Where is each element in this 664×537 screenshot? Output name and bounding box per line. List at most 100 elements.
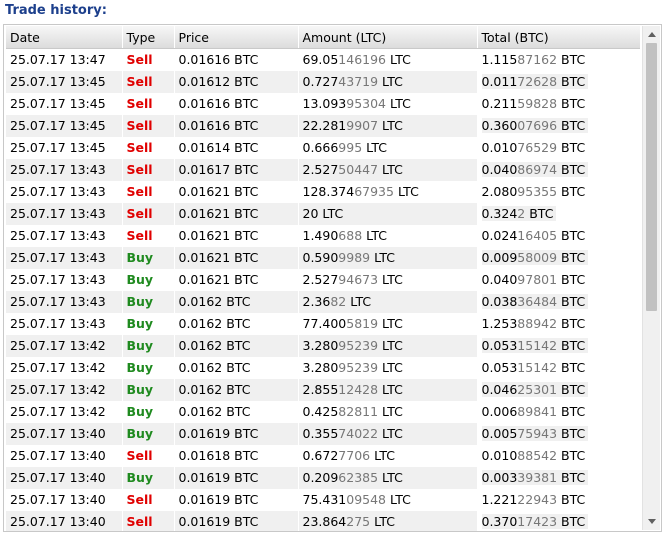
trade-amount: 23.864275 LTC bbox=[298, 510, 478, 531]
vertical-scrollbar[interactable] bbox=[642, 26, 660, 530]
total-extra-digits: 22943 bbox=[517, 492, 558, 507]
amount-unit: LTC bbox=[362, 228, 388, 243]
total-unit: BTC bbox=[557, 272, 586, 287]
trade-type: Sell bbox=[122, 48, 175, 71]
total-digits: 1.221 bbox=[481, 492, 518, 507]
total-value: 0.05315142 BTC bbox=[482, 360, 589, 375]
amount-extra-digits: 09548 bbox=[346, 492, 387, 507]
amount-extra-digits: 82 bbox=[330, 294, 347, 309]
trade-history-table: Date Type Price Amount (LTC) Total (BTC)… bbox=[6, 26, 640, 531]
trade-amount: 2.52750447 LTC bbox=[298, 158, 478, 181]
trade-type: Buy bbox=[122, 378, 175, 401]
trade-history-panel: Date Type Price Amount (LTC) Total (BTC)… bbox=[3, 24, 662, 532]
total-digits: 2.080 bbox=[481, 184, 518, 199]
trade-type: Buy bbox=[122, 290, 175, 313]
trade-type: Sell bbox=[122, 180, 175, 203]
total-digits: 0.010 bbox=[481, 140, 518, 155]
total-value: 0.37017423 BTC bbox=[481, 514, 589, 529]
trade-date: 25.07.17 13:43 bbox=[6, 180, 123, 203]
table-body: 25.07.17 13:47 Sell 0.01616 BTC 69.05146196… bbox=[6, 48, 640, 531]
trade-date: 25.07.17 13:45 bbox=[6, 70, 123, 93]
trade-date: 25.07.17 13:43 bbox=[6, 202, 123, 225]
total-unit: BTC bbox=[557, 96, 586, 111]
trade-total: 0.00689841 BTC bbox=[477, 400, 640, 423]
trade-date: 25.07.17 13:45 bbox=[6, 136, 123, 159]
total-digits: 0.009 bbox=[481, 250, 518, 265]
trade-type: Sell bbox=[122, 224, 175, 247]
amount-extra-digits: 5819 bbox=[346, 316, 379, 331]
trade-date: 25.07.17 13:43 bbox=[6, 268, 123, 291]
amount-unit: LTC bbox=[378, 118, 403, 133]
total-extra-digits: 88942 bbox=[517, 316, 558, 331]
total-unit: BTC bbox=[557, 118, 586, 133]
trade-total: 0.00958009 BTC bbox=[477, 246, 640, 269]
total-value: 0.01088542 BTC bbox=[482, 448, 589, 463]
total-digits: 0.040 bbox=[481, 162, 518, 177]
trade-total: 0.05315142 BTC bbox=[477, 334, 640, 357]
arrow-up-icon[interactable] bbox=[643, 26, 660, 43]
trade-history-viewport[interactable]: Date Type Price Amount (LTC) Total (BTC)… bbox=[6, 26, 640, 531]
amount-unit: LTC bbox=[386, 96, 411, 111]
table-row: 25.07.17 13:40 Sell 0.01619 BTC 75.43109548… bbox=[6, 488, 640, 511]
amount-digits: 23.864 bbox=[302, 514, 347, 529]
trade-price: 0.01621 BTC bbox=[174, 180, 299, 203]
trade-date: 25.07.17 13:43 bbox=[6, 158, 123, 181]
amount-extra-digits: 995 bbox=[338, 140, 363, 155]
amount-digits: 3.280 bbox=[302, 338, 339, 353]
trade-price: 0.0162 BTC bbox=[174, 290, 299, 313]
trade-total: 0.37017423 BTC bbox=[477, 510, 640, 531]
table-row: 25.07.17 13:40 Sell 0.01619 BTC 23.864275 L… bbox=[6, 510, 640, 531]
trade-type: Sell bbox=[122, 114, 175, 137]
total-extra-digits: 75943 bbox=[517, 426, 558, 441]
amount-unit: LTC bbox=[370, 250, 395, 265]
total-digits: 0.038 bbox=[481, 294, 518, 309]
table-row: 25.07.17 13:43 Buy 0.0162 BTC 77.4005819 LT… bbox=[6, 312, 640, 335]
trade-date: 25.07.17 13:47 bbox=[6, 48, 123, 71]
total-value: 0.3242 BTC bbox=[481, 206, 557, 221]
trade-total: 0.01088542 BTC bbox=[477, 444, 640, 467]
amount-unit: LTC bbox=[378, 74, 403, 89]
total-unit: BTC bbox=[557, 184, 586, 199]
total-value: 1.25388942 BTC bbox=[482, 316, 589, 331]
trade-date: 25.07.17 13:40 bbox=[6, 466, 123, 489]
trade-price: 0.01616 BTC bbox=[174, 114, 299, 137]
amount-unit: LTC bbox=[378, 162, 403, 177]
amount-digits: 2.855 bbox=[302, 382, 339, 397]
column-header-price[interactable]: Price bbox=[174, 26, 299, 49]
trade-amount: 0.72743719 LTC bbox=[298, 70, 478, 93]
amount-digits: 3.280 bbox=[302, 360, 339, 375]
amount-unit: LTC bbox=[393, 184, 419, 199]
total-digits: 0.003 bbox=[481, 470, 518, 485]
trade-type: Sell bbox=[122, 510, 175, 531]
total-unit: BTC bbox=[557, 470, 586, 485]
amount-digits: 22.281 bbox=[302, 118, 347, 133]
column-header-total[interactable]: Total (BTC) bbox=[477, 26, 640, 49]
amount-unit: LTC bbox=[378, 426, 403, 441]
trade-type: Buy bbox=[122, 334, 175, 357]
amount-digits: 0.355 bbox=[302, 426, 339, 441]
trade-price: 0.01619 BTC bbox=[174, 488, 299, 511]
total-value: 0.05315142 BTC bbox=[481, 338, 589, 353]
trade-price: 0.01619 BTC bbox=[174, 510, 299, 531]
amount-unit: LTC bbox=[318, 206, 344, 221]
total-digits: 0.053 bbox=[481, 338, 518, 353]
total-extra-digits: 72628 bbox=[517, 74, 558, 89]
column-header-amount[interactable]: Amount (LTC) bbox=[298, 26, 478, 49]
trade-type: Sell bbox=[122, 136, 175, 159]
amount-unit: LTC bbox=[378, 404, 403, 419]
total-digits: 0.010 bbox=[481, 448, 518, 463]
column-header-date[interactable]: Date bbox=[6, 26, 123, 49]
scrollbar-thumb[interactable] bbox=[646, 43, 657, 311]
column-header-type[interactable]: Type bbox=[122, 26, 175, 49]
trade-total: 0.01076529 BTC bbox=[477, 136, 640, 159]
amount-unit: LTC bbox=[386, 52, 411, 68]
amount-unit: LTC bbox=[370, 514, 395, 529]
trade-price: 0.0162 BTC bbox=[174, 312, 299, 335]
trade-amount: 77.4005819 LTC bbox=[298, 312, 478, 335]
arrow-down-icon[interactable] bbox=[643, 513, 660, 530]
amount-unit: LTC bbox=[386, 492, 411, 507]
total-unit: BTC bbox=[525, 206, 554, 221]
total-digits: 0.360 bbox=[481, 118, 518, 133]
total-value: 0.00575943 BTC bbox=[481, 426, 589, 441]
trade-amount: 128.37467935 LTC bbox=[298, 180, 478, 203]
